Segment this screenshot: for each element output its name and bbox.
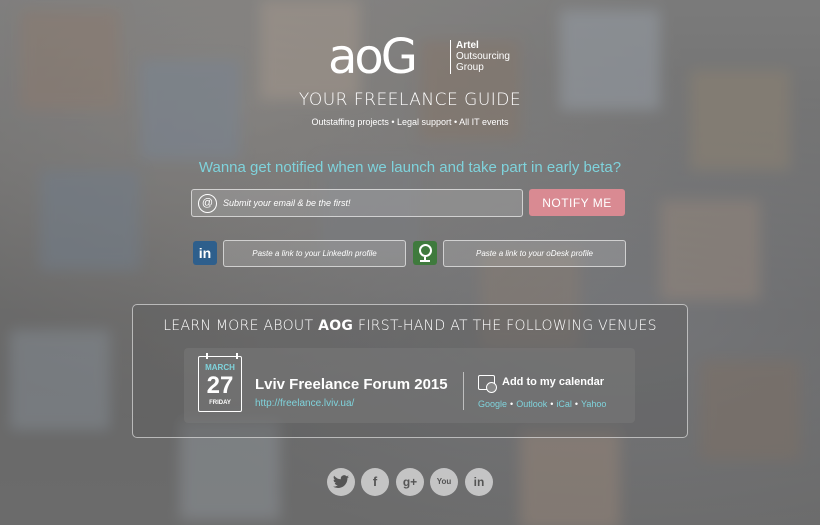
event-weekday: FRIDAY (209, 400, 231, 406)
calendar-date-icon: MARCH 27 FRIDAY (198, 353, 242, 412)
linkedin-icon: in (193, 241, 217, 265)
tagline: YOUR FREELANCE GUIDE (298, 90, 522, 110)
linkedin-social-icon[interactable]: in (465, 468, 493, 496)
linkedin-profile-input[interactable] (223, 240, 406, 267)
twitter-icon[interactable] (327, 468, 355, 496)
calendar-link-yahoo[interactable]: Yahoo (581, 399, 606, 409)
event-divider (463, 372, 464, 410)
notify-me-button[interactable]: NOTIFY ME (529, 189, 625, 216)
add-to-calendar-label: Add to my calendar (502, 376, 605, 388)
venues-title-brand: AOG (318, 318, 354, 334)
logo-company-line2: Outsourcing (456, 51, 510, 62)
facebook-icon[interactable]: f (361, 468, 389, 496)
venues-title-prefix: LEARN MORE ABOUT (163, 318, 319, 334)
venues-title: LEARN MORE ABOUT AOG FIRST-HAND AT THE F… (133, 318, 687, 334)
odesk-profile-input[interactable] (443, 240, 626, 267)
email-input[interactable] (223, 190, 513, 216)
calendar-links: Google • Outlook • iCal • Yahoo (478, 399, 607, 409)
at-icon: @ (198, 194, 217, 213)
email-field: @ (191, 189, 523, 217)
calendar-link-outlook[interactable]: Outlook (516, 399, 547, 409)
signup-headline: Wanna get notified when we launch and ta… (198, 159, 622, 176)
event-card: MARCH 27 FRIDAY Lviv Freelance Forum 201… (184, 348, 635, 423)
venues-panel: LEARN MORE ABOUT AOG FIRST-HAND AT THE F… (132, 304, 688, 438)
venues-title-suffix: FIRST-HAND AT THE FOLLOWING VENUES (353, 318, 657, 334)
youtube-icon[interactable]: You (430, 468, 458, 496)
logo-mark: aoG (328, 29, 418, 85)
event-day: 27 (206, 372, 234, 399)
odesk-icon (413, 241, 437, 265)
calendar-link-google[interactable]: Google (478, 399, 507, 409)
add-calendar-icon (478, 375, 497, 393)
logo-company-line1: Artel (456, 40, 479, 51)
services-line: Outstaffing projects • Legal support • A… (311, 117, 509, 127)
logo-company-line3: Group (456, 62, 484, 73)
event-month: MARCH (205, 363, 235, 372)
event-url-link[interactable]: http://freelance.lviv.ua/ (255, 398, 354, 409)
calendar-link-ical[interactable]: iCal (556, 399, 572, 409)
logo-divider (450, 40, 451, 74)
logo-company-name: Artel Outsourcing Group (456, 40, 526, 73)
event-name: Lviv Freelance Forum 2015 (255, 376, 448, 393)
googleplus-icon[interactable]: g+ (396, 468, 424, 496)
